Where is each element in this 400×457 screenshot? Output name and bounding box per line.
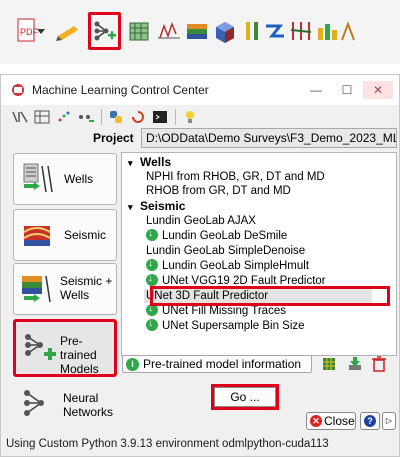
minimize-button[interactable]: — bbox=[301, 81, 331, 99]
chevron-down-icon[interactable]: ▾ bbox=[128, 156, 140, 170]
tree-item[interactable]: Lundin GeoLab AJAX bbox=[146, 214, 256, 228]
help-icon: ? bbox=[364, 415, 376, 427]
tree-item-label: RHOB from GR, DT and MD bbox=[146, 185, 291, 197]
extra-tool-icon[interactable] bbox=[338, 16, 358, 46]
category-neural-networks-label: Neural Networks bbox=[63, 391, 113, 419]
tree-item-label: Lundin GeoLab DeSmile bbox=[162, 230, 288, 242]
title-bar: Machine Learning Control Center — ☐ ✕ bbox=[1, 75, 399, 105]
tree-item-label: UNet Supersample Bin Size bbox=[162, 320, 305, 332]
tree-item-label: NPHI from RHOB, GR, DT and MD bbox=[146, 171, 325, 183]
chevron-down-icon[interactable]: ▾ bbox=[128, 200, 140, 214]
more-options-button[interactable]: ▷ bbox=[382, 412, 396, 430]
flow-arrow-icon[interactable] bbox=[262, 16, 288, 46]
highlight-box-go bbox=[211, 384, 279, 410]
bar-chart-icon[interactable] bbox=[314, 16, 340, 46]
status-bar-text: Using Custom Python 3.9.13 environment o… bbox=[6, 438, 329, 450]
highlight-box-toolbar bbox=[88, 12, 121, 50]
terminal-icon[interactable] bbox=[151, 109, 169, 125]
project-path-field[interactable]: D:\ODData\Demo Surveys\F3_Demo_2023_ML bbox=[141, 128, 397, 148]
table-icon[interactable] bbox=[318, 355, 340, 373]
refresh-icon[interactable] bbox=[129, 109, 147, 125]
download-icon bbox=[146, 317, 158, 331]
download-icon bbox=[146, 272, 158, 286]
seismic-icon bbox=[20, 220, 58, 254]
download-icon bbox=[146, 227, 158, 241]
network-add-icon[interactable] bbox=[77, 109, 95, 125]
tree-item-label: UNet Fill Missing Traces bbox=[162, 305, 286, 317]
tips-lightbulb-icon[interactable] bbox=[181, 109, 199, 125]
category-seismic-wells-label-line1: Seismic + bbox=[60, 274, 113, 288]
toolbar-separator bbox=[101, 109, 102, 125]
tree-item-label: Lundin GeoLab SimpleHmult bbox=[162, 260, 310, 272]
window-toolbar bbox=[11, 107, 271, 129]
delete-icon[interactable] bbox=[368, 355, 390, 373]
model-info-button[interactable]: i Pre-trained model information bbox=[122, 355, 312, 373]
highlight-box-selected-model bbox=[150, 286, 390, 306]
python-icon[interactable] bbox=[107, 109, 125, 125]
pretrained-models-icon bbox=[22, 331, 60, 365]
category-pretrained-models-button[interactable]: Pre-trained Models bbox=[13, 319, 117, 377]
fault-icon[interactable] bbox=[288, 16, 314, 46]
info-icon: i bbox=[126, 358, 139, 371]
horizon-layers-icon[interactable] bbox=[184, 16, 210, 46]
table-grid-icon[interactable] bbox=[33, 109, 51, 125]
category-pretrained-label-line2: Models bbox=[60, 362, 99, 376]
model-tree[interactable]: ▾ Wells NPHI from RHOB, GR, DT and MD RHO… bbox=[121, 152, 397, 356]
category-seismic-wells-button[interactable]: Seismic + Wells bbox=[13, 263, 117, 315]
help-button[interactable]: ? bbox=[360, 412, 380, 430]
window-close-button[interactable]: ✕ bbox=[363, 81, 393, 99]
tree-item[interactable]: UNet Fill Missing Traces bbox=[146, 302, 286, 318]
tree-item[interactable]: Lundin GeoLab SimpleHmult bbox=[146, 257, 310, 273]
volume-cube-icon[interactable] bbox=[212, 16, 238, 46]
category-pretrained-models-label: Pre-trained Models bbox=[60, 334, 114, 376]
tree-item[interactable]: Lundin GeoLab SimpleDenoise bbox=[146, 244, 305, 258]
app-icon bbox=[11, 83, 25, 97]
download-model-icon[interactable] bbox=[344, 355, 366, 373]
main-toolbar: PDF bbox=[0, 0, 400, 64]
tree-item[interactable]: Lundin GeoLab DeSmile bbox=[146, 227, 288, 243]
neural-networks-icon bbox=[19, 387, 57, 421]
seismic-wells-icon bbox=[20, 272, 58, 306]
attribute-cube-icon[interactable] bbox=[126, 16, 152, 46]
tree-group-seismic-label: Seismic bbox=[140, 199, 186, 213]
tree-item[interactable]: UNet Supersample Bin Size bbox=[146, 317, 305, 333]
toolbar-separator bbox=[175, 109, 176, 125]
maximize-button[interactable]: ☐ bbox=[332, 81, 362, 99]
category-wells-button[interactable]: Wells bbox=[13, 153, 117, 205]
tree-item[interactable]: NPHI from RHOB, GR, DT and MD bbox=[146, 170, 325, 184]
category-neural-networks-button[interactable]: Neural Networks bbox=[13, 383, 117, 425]
tree-item[interactable]: RHOB from GR, DT and MD bbox=[146, 184, 291, 198]
category-seismic-label: Seismic bbox=[64, 228, 107, 242]
window-title: Machine Learning Control Center bbox=[32, 83, 209, 97]
well-log-icon[interactable] bbox=[156, 16, 182, 46]
tree-group-seismic[interactable]: ▾ Seismic bbox=[128, 199, 185, 213]
wells-icon bbox=[20, 162, 58, 196]
category-seismic-wells-label-line2: Wells bbox=[60, 288, 90, 302]
crossplot-icon[interactable] bbox=[55, 109, 73, 125]
ml-control-center-window: Machine Learning Control Center — ☐ ✕ Pr… bbox=[0, 74, 400, 457]
project-label: Project bbox=[93, 131, 134, 145]
category-seismic-button[interactable]: Seismic bbox=[13, 209, 117, 261]
category-wells-label: Wells bbox=[64, 172, 94, 186]
deep-learning-icon[interactable] bbox=[11, 109, 29, 125]
tree-item-label: Lundin GeoLab SimpleDenoise bbox=[146, 245, 306, 257]
tree-group-wells-label: Wells bbox=[140, 155, 172, 169]
model-info-button-label: Pre-trained model information bbox=[143, 357, 302, 371]
category-neural-label-line2: Networks bbox=[63, 405, 114, 419]
dropdown-arrow-icon[interactable] bbox=[36, 16, 46, 46]
pencil-icon[interactable] bbox=[54, 16, 80, 46]
close-button-label: Close bbox=[324, 414, 355, 428]
tree-item-label: Lundin GeoLab AJAX bbox=[146, 215, 256, 227]
close-button[interactable]: ✕ Close bbox=[306, 412, 356, 430]
download-icon bbox=[146, 257, 158, 271]
category-seismic-wells-label: Seismic + Wells bbox=[60, 274, 112, 302]
category-pretrained-label-line1: Pre-trained bbox=[60, 334, 97, 362]
category-neural-label-line1: Neural bbox=[63, 391, 99, 405]
tree-group-wells[interactable]: ▾ Wells bbox=[128, 155, 171, 169]
close-icon: ✕ bbox=[310, 415, 322, 427]
